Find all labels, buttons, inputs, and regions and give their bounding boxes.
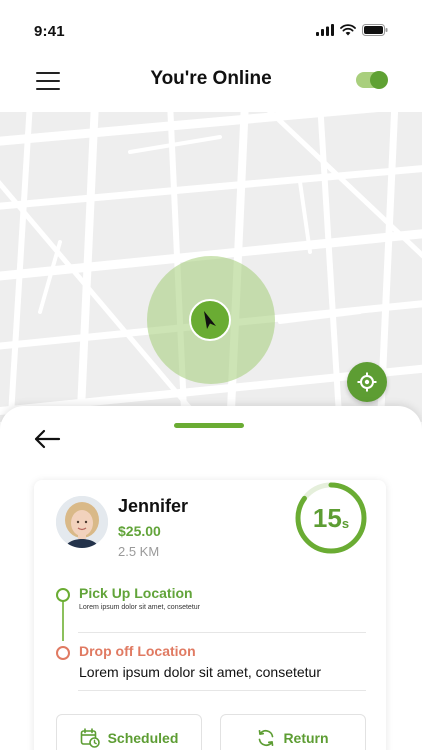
rider-distance: 2.5 KM: [118, 544, 160, 559]
drop-address: Lorem ipsum dolor sit amet, consetetur: [79, 664, 321, 680]
drop-marker-icon: [56, 646, 70, 660]
sheet-drag-handle[interactable]: [174, 423, 244, 428]
status-time: 9:41: [34, 23, 65, 40]
calendar-clock-icon: [80, 728, 100, 748]
arrow-left-icon[interactable]: [32, 428, 62, 450]
divider: [78, 690, 366, 691]
ride-request-card: Jennifer $25.00 2.5 KM 15 s Pick Up Locat…: [34, 480, 386, 750]
rider-name: Jennifer: [118, 496, 189, 516]
status-icons: [316, 24, 388, 36]
signal-icon: [316, 24, 334, 36]
timer-unit: s: [341, 515, 350, 531]
return-button[interactable]: Return: [220, 714, 366, 750]
online-toggle[interactable]: [356, 71, 388, 89]
battery-icon: [362, 24, 388, 36]
refresh-icon: [259, 729, 274, 747]
scheduled-label: Scheduled: [107, 730, 179, 746]
countdown-timer: 15 s: [293, 480, 369, 556]
map[interactable]: [0, 112, 422, 422]
wifi-icon: [340, 24, 356, 36]
divider: [78, 632, 366, 633]
navigation-arrow-icon: [189, 299, 231, 341]
timer-value: 15: [312, 502, 342, 533]
ride-request-sheet: Jennifer $25.00 2.5 KM 15 s Pick Up Locat…: [0, 406, 422, 750]
crosshair-icon[interactable]: [347, 362, 387, 402]
toggle-knob: [370, 71, 388, 89]
pickup-marker-icon: [56, 588, 70, 602]
drop-title: Drop off Location: [79, 643, 196, 659]
header: You're Online: [0, 58, 422, 114]
scheduled-button[interactable]: Scheduled: [56, 714, 202, 750]
status-bar: 9:41: [0, 0, 422, 58]
pickup-address: Lorem ipsum dolor sit amet, consetetur: [79, 604, 200, 611]
rider-fare: $25.00: [118, 523, 161, 539]
pickup-title: Pick Up Location: [79, 585, 193, 601]
avatar: [56, 496, 108, 548]
timer-text: 15 s: [293, 480, 369, 556]
return-label: Return: [283, 730, 329, 746]
route-line: [62, 597, 64, 641]
